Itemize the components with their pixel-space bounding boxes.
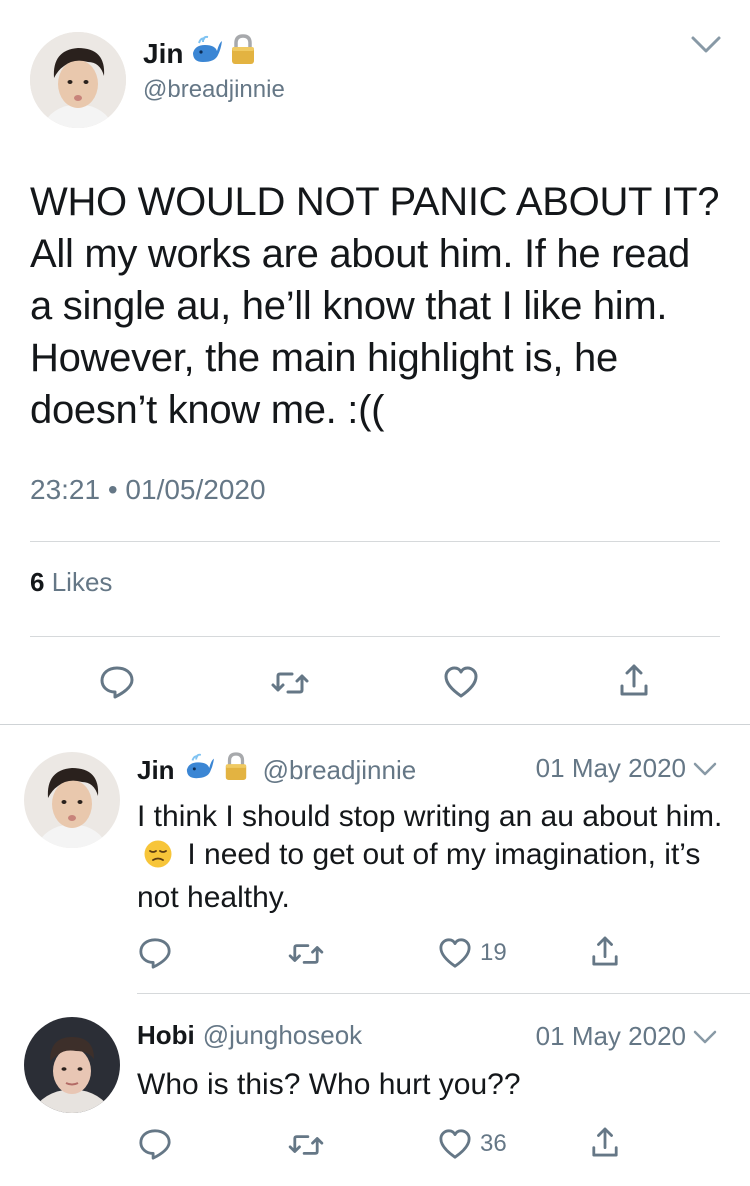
tweet-timestamp[interactable]: 23:21 • 01/05/2020 [30, 474, 266, 506]
reply-user-name[interactable]: Hobi [137, 1020, 195, 1051]
reply-avatar[interactable] [24, 1017, 120, 1113]
share-icon [592, 1127, 618, 1157]
whale-emoji-icon [189, 35, 223, 72]
reply-header: Hobi @junghoseok [137, 1020, 362, 1051]
reply-date[interactable]: 01 May 2020 [536, 1021, 686, 1052]
reply-user-handle[interactable]: @junghoseok [203, 1020, 362, 1051]
divider [30, 636, 720, 637]
tweet-text: WHO WOULD NOT PANIC ABOUT IT? All my wor… [30, 180, 720, 432]
reply-text-part2: I need to get out of my imagination, it’… [137, 838, 701, 914]
reply-user-handle[interactable]: @breadjinnie [263, 755, 417, 786]
reply-date-row: 01 May 2020 [536, 1021, 718, 1052]
reply-icon [139, 1129, 171, 1160]
reply-date[interactable]: 01 May 2020 [536, 753, 686, 784]
share-icon [592, 936, 618, 966]
divider [137, 993, 750, 994]
retweet-button[interactable] [287, 1131, 325, 1159]
reply-text: I think I should stop writing an au abou… [137, 798, 727, 917]
reply-avatar[interactable] [24, 752, 120, 848]
share-button[interactable] [619, 662, 649, 698]
reply-icon [139, 938, 171, 969]
like-button[interactable]: 19 [438, 937, 507, 969]
reply-text-part1: I think I should stop writing an au abou… [137, 800, 723, 833]
reply-date-row: 01 May 2020 [536, 753, 718, 784]
chevron-down-icon[interactable] [692, 1028, 718, 1046]
retweet-button[interactable] [287, 940, 325, 968]
reply-user-name[interactable]: Jin [137, 755, 175, 786]
reply-button[interactable] [138, 1127, 172, 1161]
retweet-icon [288, 944, 324, 964]
likes-number: 6 [30, 567, 45, 597]
heart-icon [439, 1129, 471, 1159]
retweet-icon [271, 672, 309, 694]
user-handle[interactable]: @breadjinnie [143, 76, 285, 104]
lock-emoji-icon [223, 752, 249, 789]
reply-button[interactable] [138, 936, 172, 970]
like-button[interactable] [443, 665, 479, 699]
avatar[interactable] [30, 32, 126, 128]
chevron-down-icon[interactable] [690, 34, 722, 58]
likes-count[interactable]: 6 Likes [30, 567, 112, 598]
reply-header: Jin @breadjinnie [137, 752, 416, 789]
divider [30, 541, 720, 542]
share-icon [620, 664, 648, 696]
retweet-icon [288, 1135, 324, 1155]
heart-icon [444, 666, 478, 698]
chevron-down-icon[interactable] [692, 760, 718, 778]
share-button[interactable] [591, 1125, 619, 1159]
reply-icon [100, 666, 134, 699]
reply-text: Who is this? Who hurt you?? [137, 1068, 521, 1101]
user-name-row[interactable]: Jin [143, 34, 257, 73]
user-name[interactable]: Jin [143, 38, 183, 70]
whale-emoji-icon [183, 753, 215, 788]
like-count: 36 [480, 1130, 507, 1157]
like-count: 19 [480, 939, 507, 966]
share-button[interactable] [591, 934, 619, 968]
likes-label: Likes [51, 567, 113, 597]
pensive-face-emoji-icon [143, 839, 173, 879]
lock-emoji-icon [229, 34, 257, 73]
like-button[interactable]: 36 [438, 1128, 507, 1160]
reply-button[interactable] [99, 664, 135, 700]
retweet-button[interactable] [270, 668, 310, 698]
divider [0, 724, 750, 725]
heart-icon [439, 938, 471, 968]
